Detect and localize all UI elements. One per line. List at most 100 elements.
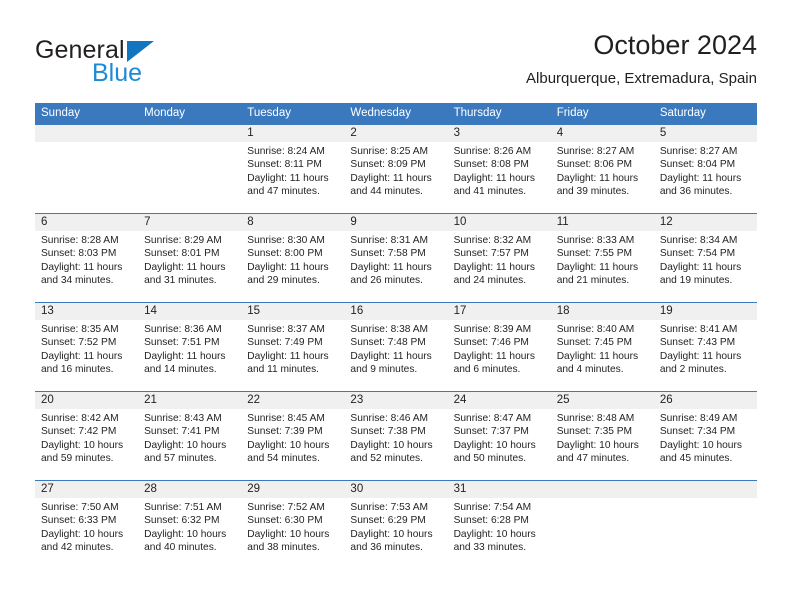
daylight-text-line1: Daylight: 10 hours [556, 439, 639, 451]
daylight-text-line1: Daylight: 11 hours [659, 350, 742, 362]
day-cell[interactable]: 2 Sunrise: 8:25 AM Sunset: 8:09 PM Dayli… [344, 125, 448, 213]
daylight-text-line1: Daylight: 10 hours [247, 528, 330, 540]
day-cell[interactable]: 15 Sunrise: 8:37 AM Sunset: 7:49 PM Dayl… [241, 303, 345, 391]
sunset-text: Sunset: 6:32 PM [144, 515, 220, 527]
day-info: Sunrise: 8:38 AM Sunset: 7:48 PM Dayligh… [344, 320, 447, 377]
daylight-text-line2: and 45 minutes. [659, 453, 733, 465]
day-info: Sunrise: 8:31 AM Sunset: 7:58 PM Dayligh… [344, 231, 447, 288]
day-cell[interactable]: 27 Sunrise: 7:50 AM Sunset: 6:33 PM Dayl… [35, 481, 139, 569]
day-cell[interactable]: 13 Sunrise: 8:35 AM Sunset: 7:52 PM Dayl… [35, 303, 139, 391]
day-number: 27 [35, 481, 139, 498]
daylight-text-line2: and 36 minutes. [350, 542, 423, 554]
sunrise-text: Sunrise: 8:26 AM [453, 146, 532, 157]
sunrise-text: Sunrise: 7:53 AM [350, 502, 429, 513]
day-cell[interactable]: 1 Sunrise: 8:24 AM Sunset: 8:11 PM Dayli… [241, 125, 345, 213]
day-cell[interactable]: 5 Sunrise: 8:27 AM Sunset: 8:04 PM Dayli… [653, 125, 757, 213]
sunset-text: Sunset: 7:38 PM [350, 426, 426, 438]
day-cell[interactable]: 23 Sunrise: 8:46 AM Sunset: 7:38 PM Dayl… [344, 392, 448, 480]
daylight-text-line1: Daylight: 11 hours [247, 261, 329, 273]
day-cell[interactable]: 20 Sunrise: 8:42 AM Sunset: 7:42 PM Dayl… [35, 392, 139, 480]
sunset-text: Sunset: 7:34 PM [659, 426, 736, 438]
day-cell[interactable]: 14 Sunrise: 8:36 AM Sunset: 7:51 PM Dayl… [138, 303, 242, 391]
day-cell[interactable]: 22 Sunrise: 8:45 AM Sunset: 7:39 PM Dayl… [241, 392, 345, 480]
daylight-text-line2: and 44 minutes. [350, 186, 423, 198]
day-number: 29 [241, 481, 345, 498]
calendar-grid: Sunday Monday Tuesday Wednesday Thursday… [35, 103, 757, 569]
daylight-text-line1: Daylight: 11 hours [247, 350, 329, 362]
day-number: 23 [344, 392, 448, 409]
day-cell[interactable]: 28 Sunrise: 7:51 AM Sunset: 6:32 PM Dayl… [138, 481, 242, 569]
sunset-text: Sunset: 7:48 PM [350, 337, 426, 349]
day-cell[interactable]: 3 Sunrise: 8:26 AM Sunset: 8:08 PM Dayli… [447, 125, 551, 213]
daylight-text-line2: and 31 minutes. [144, 275, 217, 287]
sunrise-text: Sunrise: 8:27 AM [556, 146, 635, 157]
weekday-header-saturday: Saturday [659, 107, 706, 119]
day-cell[interactable]: 17 Sunrise: 8:39 AM Sunset: 7:46 PM Dayl… [447, 303, 551, 391]
daylight-text-line2: and 9 minutes. [350, 364, 418, 376]
day-cell[interactable]: 29 Sunrise: 7:52 AM Sunset: 6:30 PM Dayl… [241, 481, 345, 569]
day-cell[interactable] [550, 481, 654, 569]
sunrise-text: Sunrise: 8:36 AM [144, 324, 222, 335]
sunrise-text: Sunrise: 8:40 AM [556, 324, 635, 335]
day-info: Sunrise: 8:47 AM Sunset: 7:37 PM Dayligh… [448, 409, 551, 466]
sunrise-text: Sunrise: 8:41 AM [659, 324, 738, 335]
sunset-text: Sunset: 8:09 PM [350, 159, 426, 171]
day-cell[interactable]: 16 Sunrise: 8:38 AM Sunset: 7:48 PM Dayl… [344, 303, 448, 391]
sunrise-text: Sunrise: 8:32 AM [453, 235, 532, 246]
day-cell[interactable]: 25 Sunrise: 8:48 AM Sunset: 7:35 PM Dayl… [550, 392, 654, 480]
brand-logo[interactable]: General Blue [35, 36, 265, 94]
sunset-text: Sunset: 8:08 PM [453, 159, 529, 171]
weekday-header-wednesday: Wednesday [350, 107, 411, 119]
day-info: Sunrise: 8:39 AM Sunset: 7:46 PM Dayligh… [448, 320, 551, 377]
day-cell[interactable]: 7 Sunrise: 8:29 AM Sunset: 8:01 PM Dayli… [138, 214, 242, 302]
day-info: Sunrise: 7:53 AM Sunset: 6:29 PM Dayligh… [344, 498, 447, 555]
day-cell[interactable] [35, 125, 139, 213]
sunrise-text: Sunrise: 8:45 AM [247, 413, 325, 424]
page-subtitle: Alburquerque, Extremadura, Spain [526, 70, 757, 87]
sunrise-text: Sunrise: 7:52 AM [247, 502, 325, 513]
daylight-text-line1: Daylight: 10 hours [144, 528, 227, 540]
day-cell[interactable]: 8 Sunrise: 8:30 AM Sunset: 8:00 PM Dayli… [241, 214, 345, 302]
daylight-text-line2: and 11 minutes. [247, 364, 320, 376]
day-cell[interactable]: 26 Sunrise: 8:49 AM Sunset: 7:34 PM Dayl… [653, 392, 757, 480]
sunrise-text: Sunrise: 8:48 AM [556, 413, 635, 424]
daylight-text-line1: Daylight: 11 hours [41, 350, 123, 362]
sunrise-text: Sunrise: 7:51 AM [144, 502, 222, 513]
day-info: Sunrise: 8:32 AM Sunset: 7:57 PM Dayligh… [448, 231, 551, 288]
page-title: October 2024 [593, 30, 757, 60]
sunrise-text: Sunrise: 8:37 AM [247, 324, 325, 335]
day-number: 20 [35, 392, 139, 409]
day-info: Sunrise: 8:48 AM Sunset: 7:35 PM Dayligh… [551, 409, 654, 466]
weekday-header-sunday: Sunday [41, 107, 81, 119]
day-cell[interactable]: 31 Sunrise: 7:54 AM Sunset: 6:28 PM Dayl… [447, 481, 551, 569]
daylight-text-line2: and 39 minutes. [556, 186, 630, 198]
day-cell[interactable]: 30 Sunrise: 7:53 AM Sunset: 6:29 PM Dayl… [344, 481, 448, 569]
daylight-text-line1: Daylight: 10 hours [350, 439, 433, 451]
day-cell[interactable]: 18 Sunrise: 8:40 AM Sunset: 7:45 PM Dayl… [550, 303, 654, 391]
daylight-text-line1: Daylight: 11 hours [659, 172, 742, 184]
day-number [35, 125, 139, 142]
day-cell[interactable] [138, 125, 242, 213]
daylight-text-line1: Daylight: 11 hours [41, 261, 123, 273]
day-cell[interactable]: 19 Sunrise: 8:41 AM Sunset: 7:43 PM Dayl… [653, 303, 757, 391]
sunrise-text: Sunrise: 8:35 AM [41, 324, 119, 335]
day-info [551, 498, 654, 501]
day-cell[interactable]: 21 Sunrise: 8:43 AM Sunset: 7:41 PM Dayl… [138, 392, 242, 480]
title-block: October 2024 Alburquerque, Extremadura, … [526, 28, 757, 90]
daylight-text-line2: and 47 minutes. [247, 186, 320, 198]
day-cell[interactable]: 4 Sunrise: 8:27 AM Sunset: 8:06 PM Dayli… [550, 125, 654, 213]
day-cell[interactable]: 6 Sunrise: 8:28 AM Sunset: 8:03 PM Dayli… [35, 214, 139, 302]
daylight-text-line1: Daylight: 11 hours [556, 350, 639, 362]
day-info [138, 142, 241, 145]
day-cell[interactable] [653, 481, 757, 569]
day-number: 28 [138, 481, 242, 498]
day-number: 17 [447, 303, 551, 320]
day-cell[interactable]: 9 Sunrise: 8:31 AM Sunset: 7:58 PM Dayli… [344, 214, 448, 302]
day-cell[interactable]: 24 Sunrise: 8:47 AM Sunset: 7:37 PM Dayl… [447, 392, 551, 480]
day-cell[interactable]: 10 Sunrise: 8:32 AM Sunset: 7:57 PM Dayl… [447, 214, 551, 302]
day-cell[interactable]: 12 Sunrise: 8:34 AM Sunset: 7:54 PM Dayl… [653, 214, 757, 302]
sunrise-text: Sunrise: 8:28 AM [41, 235, 119, 246]
day-cell[interactable]: 11 Sunrise: 8:33 AM Sunset: 7:55 PM Dayl… [550, 214, 654, 302]
day-number: 11 [550, 214, 654, 231]
day-number: 14 [138, 303, 242, 320]
